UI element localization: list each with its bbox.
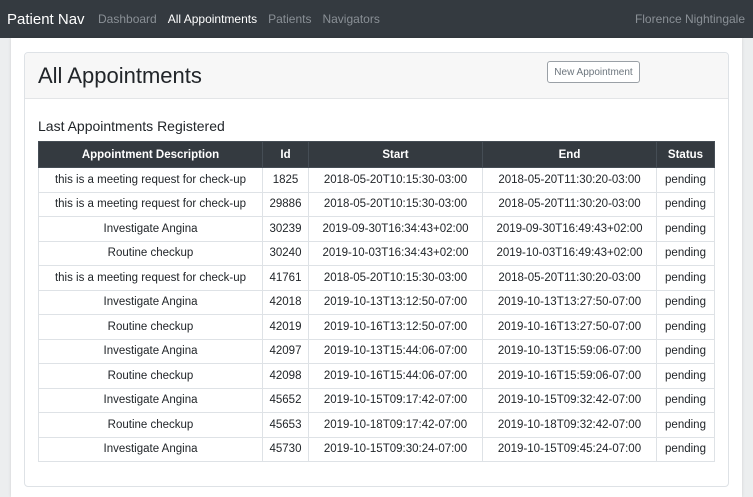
cell-description: Routine checkup xyxy=(38,412,263,438)
cell-status: pending xyxy=(656,216,715,242)
cell-status: pending xyxy=(656,314,715,340)
cell-id: 45652 xyxy=(262,387,309,413)
table-row[interactable]: Investigate Angina 45730 2019-10-15T09:30:… xyxy=(38,436,715,462)
cell-description: Investigate Angina xyxy=(38,216,263,242)
top-navbar: Patient Nav Dashboard All Appointments P… xyxy=(0,0,753,38)
cell-description: Investigate Angina xyxy=(38,338,263,364)
table-row[interactable]: Routine checkup 42098 2019-10-16T15:44:06-… xyxy=(38,363,715,389)
cell-id: 41761 xyxy=(262,265,309,291)
brand-link[interactable]: Patient Nav xyxy=(7,0,85,38)
table-row[interactable]: Investigate Angina 30239 2019-09-30T16:34:… xyxy=(38,216,715,242)
cell-description: this is a meeting request for check-up xyxy=(38,265,263,291)
table-row[interactable]: Investigate Angina 45652 2019-10-15T09:17:… xyxy=(38,387,715,413)
table-row[interactable]: Investigate Angina 42097 2019-10-13T15:44:… xyxy=(38,338,715,364)
cell-end: 2019-10-15T09:45:24-07:00 xyxy=(482,436,657,462)
table-body: this is a meeting request for check-up 18… xyxy=(38,167,715,462)
cell-end: 2019-10-13T15:59:06-07:00 xyxy=(482,338,657,364)
card-header: All Appointments New Appointment xyxy=(25,53,728,99)
column-header-id: Id xyxy=(262,141,309,168)
table-row[interactable]: Routine checkup 30240 2019-10-03T16:34:43+… xyxy=(38,240,715,266)
cell-id: 45653 xyxy=(262,412,309,438)
cell-status: pending xyxy=(656,265,715,291)
cell-id: 42097 xyxy=(262,338,309,364)
column-header-status: Status xyxy=(656,141,715,168)
cell-status: pending xyxy=(656,289,715,315)
nav-links: Dashboard All Appointments Patients Navi… xyxy=(98,0,391,38)
cell-status: pending xyxy=(656,363,715,389)
page-title: All Appointments xyxy=(38,63,202,88)
table-row[interactable]: this is a meeting request for check-up 18… xyxy=(38,167,715,193)
cell-status: pending xyxy=(656,240,715,266)
cell-status: pending xyxy=(656,338,715,364)
cell-end: 2018-05-20T11:30:20-03:00 xyxy=(482,191,657,217)
user-name-link[interactable]: Florence Nightingale xyxy=(635,0,745,38)
cell-id: 42019 xyxy=(262,314,309,340)
cell-end: 2019-10-16T13:27:50-07:00 xyxy=(482,314,657,340)
new-appointment-button[interactable]: New Appointment xyxy=(547,61,640,83)
cell-description: Investigate Angina xyxy=(38,436,263,462)
cell-end: 2018-05-20T11:30:20-03:00 xyxy=(482,265,657,291)
table-row[interactable]: Routine checkup 45653 2019-10-18T09:17:42-… xyxy=(38,412,715,438)
table-row[interactable]: this is a meeting request for check-up 29… xyxy=(38,191,715,217)
cell-start: 2019-09-30T16:34:43+02:00 xyxy=(308,216,483,242)
cell-end: 2019-10-18T09:32:42-07:00 xyxy=(482,412,657,438)
cell-status: pending xyxy=(656,191,715,217)
cell-description: Investigate Angina xyxy=(38,387,263,413)
cell-end: 2019-09-30T16:49:43+02:00 xyxy=(482,216,657,242)
cell-id: 29886 xyxy=(262,191,309,217)
cell-status: pending xyxy=(656,412,715,438)
cell-id: 1825 xyxy=(262,167,309,193)
cell-id: 30239 xyxy=(262,216,309,242)
cell-description: Routine checkup xyxy=(38,314,263,340)
cell-description: Investigate Angina xyxy=(38,289,263,315)
cell-id: 42098 xyxy=(262,363,309,389)
cell-start: 2019-10-13T13:12:50-07:00 xyxy=(308,289,483,315)
nav-link-navigators[interactable]: Navigators xyxy=(322,12,379,26)
column-header-description: Appointment Description xyxy=(38,141,263,168)
cell-end: 2019-10-16T15:59:06-07:00 xyxy=(482,363,657,389)
cell-start: 2019-10-15T09:17:42-07:00 xyxy=(308,387,483,413)
cell-status: pending xyxy=(656,436,715,462)
cell-end: 2019-10-03T16:49:43+02:00 xyxy=(482,240,657,266)
column-header-end: End xyxy=(482,141,657,168)
cell-start: 2019-10-16T15:44:06-07:00 xyxy=(308,363,483,389)
table-row[interactable]: Routine checkup 42019 2019-10-16T13:12:50-… xyxy=(38,314,715,340)
cell-id: 30240 xyxy=(262,240,309,266)
cell-description: Routine checkup xyxy=(38,240,263,266)
cell-end: 2019-10-15T09:32:42-07:00 xyxy=(482,387,657,413)
table-row[interactable]: Investigate Angina 42018 2019-10-13T13:12:… xyxy=(38,289,715,315)
cell-id: 42018 xyxy=(262,289,309,315)
cell-start: 2019-10-15T09:30:24-07:00 xyxy=(308,436,483,462)
cell-end: 2019-10-13T13:27:50-07:00 xyxy=(482,289,657,315)
cell-start: 2019-10-03T16:34:43+02:00 xyxy=(308,240,483,266)
column-header-start: Start xyxy=(308,141,483,168)
cell-start: 2018-05-20T10:15:30-03:00 xyxy=(308,265,483,291)
cell-status: pending xyxy=(656,167,715,193)
cell-start: 2018-05-20T10:15:30-03:00 xyxy=(308,191,483,217)
cell-start: 2019-10-13T15:44:06-07:00 xyxy=(308,338,483,364)
table-header-row: Appointment Description Id Start End Sta… xyxy=(38,141,715,168)
nav-link-all-appointments[interactable]: All Appointments xyxy=(168,12,257,26)
nav-link-patients[interactable]: Patients xyxy=(268,12,311,26)
cell-status: pending xyxy=(656,387,715,413)
nav-link-dashboard[interactable]: Dashboard xyxy=(98,12,157,26)
cell-start: 2019-10-18T09:17:42-07:00 xyxy=(308,412,483,438)
cell-start: 2018-05-20T10:15:30-03:00 xyxy=(308,167,483,193)
cell-start: 2019-10-16T13:12:50-07:00 xyxy=(308,314,483,340)
cell-id: 45730 xyxy=(262,436,309,462)
cell-end: 2018-05-20T11:30:20-03:00 xyxy=(482,167,657,193)
cell-description: Routine checkup xyxy=(38,363,263,389)
section-title: Last Appointments Registered xyxy=(38,118,225,134)
table-row[interactable]: this is a meeting request for check-up 41… xyxy=(38,265,715,291)
appointments-table: Appointment Description Id Start End Sta… xyxy=(38,141,715,462)
cell-description: this is a meeting request for check-up xyxy=(38,167,263,193)
cell-description: this is a meeting request for check-up xyxy=(38,191,263,217)
